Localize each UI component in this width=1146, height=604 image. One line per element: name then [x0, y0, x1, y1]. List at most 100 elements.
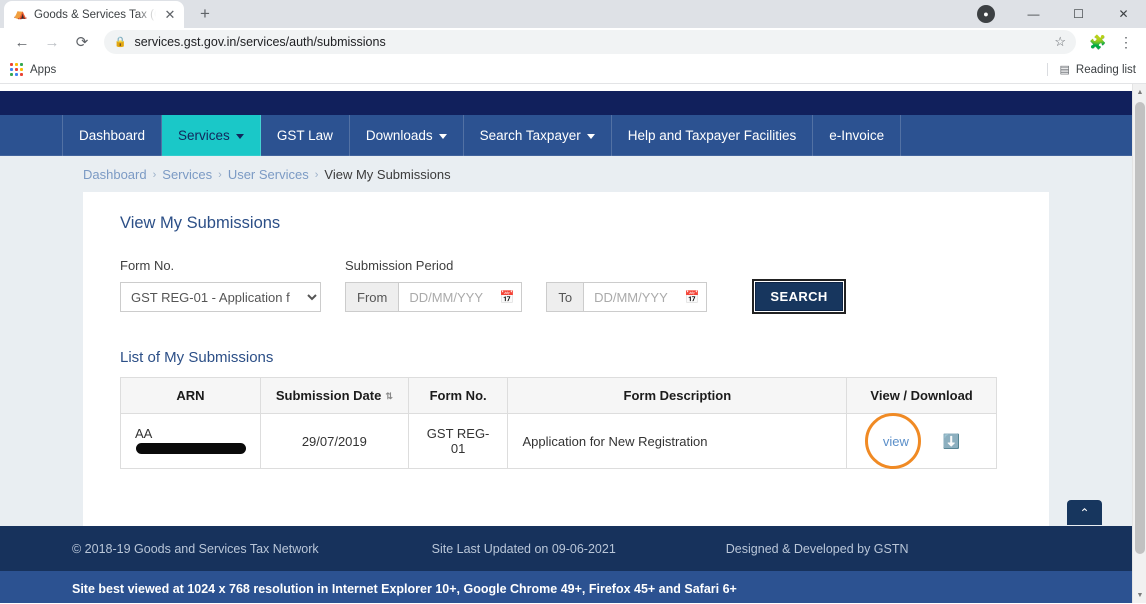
breadcrumb-item-dashboard[interactable]: Dashboard — [83, 167, 147, 182]
nav-item-search-taxpayer[interactable]: Search Taxpayer — [464, 115, 612, 156]
form-no-select[interactable]: GST REG-01 - Application f — [120, 282, 321, 312]
reading-list-button[interactable]: ▤ Reading list — [1046, 63, 1136, 76]
table-header-row: ARN Submission Date ⇅ Form No. Form Descr… — [120, 377, 997, 414]
page-title: View My Submissions — [120, 214, 281, 232]
submission-period-label: Submission Period — [345, 258, 454, 273]
submissions-card: View My Submissions Form No. GST REG-01 … — [83, 192, 1049, 526]
nav-label: Dashboard — [79, 128, 146, 143]
lock-icon: 🔒 — [114, 36, 127, 48]
chevron-down-icon — [438, 134, 447, 139]
cell-form-no: GST REG-01 — [407, 413, 509, 469]
bookmark-bar: Apps ▤ Reading list — [0, 56, 1146, 84]
chevron-up-icon: ⌃ — [1079, 505, 1090, 520]
view-link[interactable]: view — [864, 412, 921, 469]
new-tab-button[interactable]: + — [192, 1, 218, 27]
search-button[interactable]: SEARCH — [752, 279, 847, 314]
date-to-input[interactable] — [584, 283, 679, 311]
apps-button[interactable]: Apps — [10, 63, 56, 76]
scrollbar-up-arrow-icon[interactable]: ▲ — [1133, 85, 1146, 99]
search-form: Form No. GST REG-01 - Application f Subm… — [120, 258, 1012, 314]
footer-primary: © 2018-19 Goods and Services Tax Network… — [0, 526, 1132, 571]
reading-list-icon: ▤ — [1059, 64, 1070, 76]
bookmark-star-icon[interactable]: ☆ — [1054, 34, 1066, 50]
apps-label: Apps — [30, 63, 57, 76]
nav-item-e-invoice[interactable]: e-Invoice — [813, 115, 902, 156]
submission-period-group: Submission Period From 📅 To — [345, 258, 708, 312]
list-title: List of My Submissions — [120, 349, 274, 366]
breadcrumb-current: View My Submissions — [324, 167, 451, 182]
column-header-form-description: Form Description — [507, 377, 848, 414]
page-top-stub — [0, 84, 1132, 91]
apps-grid-icon — [10, 63, 23, 76]
breadcrumb-separator: › — [218, 168, 222, 181]
to-addon-label: To — [547, 283, 585, 311]
browser-toolbar: ← → ⟳ 🔒 services.gst.gov.in/services/aut… — [0, 28, 1146, 56]
window-controls: ● — ☐ ✕ — [977, 0, 1146, 28]
content-wrapper: View My Submissions Form No. GST REG-01 … — [0, 192, 1132, 526]
nav-label: Services — [178, 128, 230, 143]
footer-designed-by: Designed & Developed by GSTN — [725, 541, 909, 556]
breadcrumb-item-user-services[interactable]: User Services — [228, 167, 309, 182]
page-viewport: Dashboard Services GST Law Downloads Sea… — [0, 84, 1146, 603]
column-header-view-download: View / Download — [846, 377, 997, 414]
nav-item-services[interactable]: Services — [162, 115, 261, 156]
nav-item-dashboard[interactable]: Dashboard — [62, 115, 163, 156]
breadcrumb-item-services[interactable]: Services — [162, 167, 212, 182]
tab-strip: ⛺ Goods & Services Tax (GST) | Use ✕ + ●… — [0, 0, 1146, 28]
nav-label: Search Taxpayer — [479, 128, 581, 143]
download-icon[interactable]: ⬇️ — [943, 434, 960, 448]
submissions-table: ARN Submission Date ⇅ Form No. Form Descr… — [120, 377, 997, 469]
calendar-icon[interactable]: 📅 — [493, 283, 521, 311]
breadcrumb-separator: › — [152, 168, 157, 181]
page-scrollbar[interactable]: ▲ ▼ — [1132, 84, 1146, 603]
maximize-button[interactable]: ☐ — [1056, 0, 1101, 28]
url-text: services.gst.gov.in/services/auth/submis… — [134, 35, 386, 49]
column-header-form-no: Form No. — [407, 377, 509, 414]
chevron-down-icon — [586, 134, 595, 139]
nav-label: e-Invoice — [829, 128, 885, 143]
profile-avatar[interactable]: ● — [977, 5, 995, 23]
forward-icon[interactable]: → — [38, 28, 66, 56]
reading-list-label: Reading list — [1075, 63, 1136, 76]
footer-last-updated: Site Last Updated on 09-06-2021 — [431, 541, 616, 556]
header-bar — [0, 91, 1132, 115]
scrollbar-down-arrow-icon[interactable]: ▼ — [1133, 588, 1146, 602]
browser-window: ⛺ Goods & Services Tax (GST) | Use ✕ + ●… — [0, 0, 1146, 604]
scroll-to-top-button[interactable]: ⌃ — [1067, 500, 1102, 525]
nav-item-downloads[interactable]: Downloads — [350, 115, 464, 156]
form-no-group: Form No. GST REG-01 - Application f — [120, 258, 321, 312]
close-window-button[interactable]: ✕ — [1101, 0, 1146, 28]
reload-icon[interactable]: ⟳ — [68, 28, 96, 56]
back-icon[interactable]: ← — [8, 28, 36, 56]
cell-arn: AA — [120, 413, 261, 469]
extensions-icon[interactable]: 🧩 — [1084, 34, 1112, 51]
sort-icon[interactable]: ⇅ — [385, 392, 393, 401]
from-addon-label: From — [346, 283, 400, 311]
form-no-label: Form No. — [120, 258, 175, 273]
date-from-input[interactable] — [399, 283, 494, 311]
column-header-submission-date[interactable]: Submission Date ⇅ — [260, 377, 409, 414]
footer-best-viewed: Site best viewed at 1024 x 768 resolutio… — [72, 582, 737, 596]
gst-portal-page: Dashboard Services GST Law Downloads Sea… — [0, 84, 1132, 603]
address-bar[interactable]: 🔒 services.gst.gov.in/services/auth/subm… — [104, 30, 1076, 54]
nav-item-help[interactable]: Help and Taxpayer Facilities — [612, 115, 814, 156]
cell-submission-date: 29/07/2019 — [260, 413, 409, 469]
scrollbar-thumb[interactable] — [1135, 102, 1145, 554]
column-header-label: Submission Date — [275, 388, 382, 403]
breadcrumb: Dashboard › Services › User Services › V… — [0, 156, 1132, 192]
nav-label: Help and Taxpayer Facilities — [627, 128, 797, 143]
main-navigation: Dashboard Services GST Law Downloads Sea… — [0, 115, 1132, 156]
calendar-icon[interactable]: 📅 — [678, 283, 706, 311]
column-header-arn: ARN — [120, 377, 261, 414]
footer-copyright: © 2018-19 Goods and Services Tax Network — [72, 541, 319, 556]
close-icon[interactable]: ✕ — [162, 7, 178, 23]
cutoff-text — [88, 84, 91, 92]
minimize-button[interactable]: — — [1011, 0, 1056, 28]
nav-label: GST Law — [276, 128, 333, 143]
footer-secondary: Site best viewed at 1024 x 768 resolutio… — [0, 571, 1132, 603]
cell-view-download: view ⬇️ — [846, 412, 997, 469]
browser-tab[interactable]: ⛺ Goods & Services Tax (GST) | Use ✕ — [4, 1, 184, 28]
chrome-menu-icon[interactable]: ⋮ — [1114, 34, 1138, 51]
nav-item-gst-law[interactable]: GST Law — [261, 115, 350, 156]
breadcrumb-separator: › — [314, 168, 319, 181]
